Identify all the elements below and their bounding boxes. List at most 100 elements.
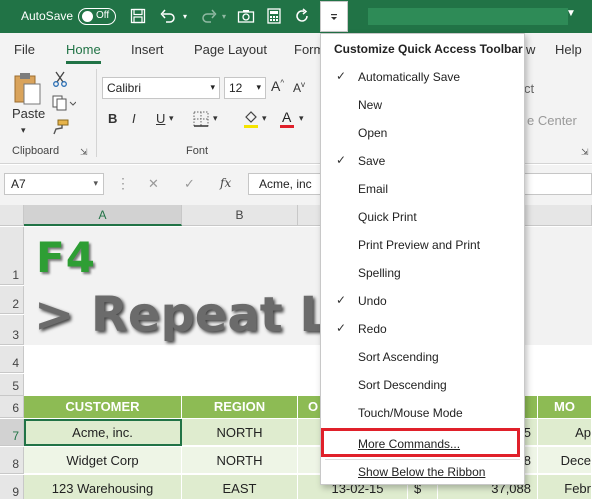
underline-button[interactable]: U (156, 111, 165, 126)
row-number: 8 (12, 457, 19, 471)
tab-view[interactable]: w (526, 42, 535, 57)
tab-page-layout[interactable]: Page Layout (194, 42, 267, 57)
redo-icon[interactable] (199, 6, 219, 26)
menu-item-undo[interactable]: ✓ Undo (321, 287, 524, 315)
row-number: 4 (12, 356, 19, 370)
refresh-icon[interactable] (292, 6, 312, 26)
menu-item-label: Redo (358, 322, 387, 336)
menu-item-new[interactable]: New (321, 91, 524, 119)
menu-item-touch-mouse-mode[interactable]: Touch/Mouse Mode (321, 399, 524, 427)
merge-center-fragment[interactable]: e Center (527, 113, 577, 128)
cell-b7[interactable]: NORTH (182, 419, 298, 446)
insert-function-icon[interactable]: fx (220, 176, 231, 190)
menu-item-redo[interactable]: ✓ Redo (321, 315, 524, 343)
borders-icon[interactable] (193, 111, 209, 127)
caret-up-icon: ^ (280, 78, 285, 88)
copy-icon[interactable] (52, 95, 77, 111)
row-header-6[interactable]: 6 (0, 396, 24, 418)
row-header-1[interactable]: 1 (0, 227, 24, 285)
highlight-box (321, 428, 520, 457)
wrap-text-fragment[interactable]: ct (524, 81, 534, 96)
menu-item-label: Undo (358, 294, 387, 308)
customize-dropdown-icon[interactable] (320, 1, 348, 32)
undo-icon[interactable] (158, 6, 178, 26)
cell-row9-month[interactable]: Febr (538, 475, 592, 499)
menu-item-sort-descending[interactable]: Sort Descending (321, 371, 524, 399)
camera-icon[interactable] (236, 6, 256, 26)
enter-icon[interactable]: ✓ (184, 176, 195, 192)
menu-item-spelling[interactable]: Spelling (321, 259, 524, 287)
caret-down-icon: v (301, 80, 306, 89)
cut-icon[interactable] (52, 71, 68, 87)
row-header-7[interactable]: 7 (0, 419, 24, 446)
font-name-box[interactable]: Calibri ▾ (102, 77, 220, 99)
menu-item-print-preview[interactable]: Print Preview and Print (321, 231, 524, 259)
clipboard-launcher-icon[interactable]: ⇲ (80, 147, 88, 158)
tab-home[interactable]: Home (66, 42, 101, 64)
cell-row8-month[interactable]: Dece (538, 447, 592, 474)
column-header-a[interactable]: A (24, 205, 182, 226)
shrink-font-glyph: A (293, 81, 302, 95)
row-number: 1 (12, 268, 19, 282)
select-all-corner[interactable] (0, 205, 24, 226)
tab-help[interactable]: Help (555, 42, 582, 57)
grow-font-button[interactable]: A^ (271, 78, 284, 94)
row-header-2[interactable]: 2 (0, 286, 24, 314)
row-header-5[interactable]: 5 (0, 374, 24, 396)
title-bar: AutoSave Off ▾ ▾ ▼ (0, 0, 592, 33)
menu-item-label: New (358, 98, 383, 112)
cell-a9[interactable]: 123 Warehousing (24, 475, 182, 499)
menu-item-quick-print[interactable]: Quick Print (321, 203, 524, 231)
tab-insert[interactable]: Insert (131, 42, 164, 57)
document-title (368, 8, 568, 25)
autosave-toggle[interactable]: Off (78, 8, 116, 25)
menu-item-automatically-save[interactable]: ✓ Automatically Save (321, 63, 524, 91)
menu-item-show-below-ribbon[interactable]: Show Below the Ribbon (321, 458, 524, 486)
font-color-swatch (280, 125, 294, 128)
cell-row7-month[interactable]: Ap (538, 419, 592, 446)
tab-file[interactable]: File (14, 42, 35, 57)
row-header-9[interactable]: 9 (0, 475, 24, 499)
menu-item-label: Quick Print (358, 210, 417, 224)
cell-a7[interactable]: Acme, inc. (24, 419, 182, 446)
cell-a8[interactable]: Widget Corp (24, 447, 182, 474)
font-color-button[interactable]: A (280, 109, 294, 129)
toggle-knob (82, 11, 93, 22)
save-icon[interactable] (128, 6, 148, 26)
menu-item-sort-ascending[interactable]: Sort Ascending (321, 343, 524, 371)
font-size-box[interactable]: 12 ▾ (224, 77, 266, 99)
chevron-down-icon: ▾ (256, 82, 261, 92)
paste-button[interactable]: Paste (12, 106, 45, 121)
paste-dropdown-icon[interactable]: ▾ (21, 125, 26, 136)
customize-qat-menu: Customize Quick Access Toolbar ✓ Automati… (320, 33, 525, 485)
calculator-icon[interactable] (264, 6, 284, 26)
menu-item-save[interactable]: ✓ Save (321, 147, 524, 175)
cell-b8[interactable]: NORTH (182, 447, 298, 474)
borders-dropdown-icon[interactable]: ▾ (213, 113, 218, 124)
row-header-8[interactable]: 8 (0, 447, 24, 474)
row-header-4[interactable]: 4 (0, 346, 24, 373)
name-box[interactable]: A7 ▾ (4, 173, 104, 195)
menu-item-label: Sort Descending (358, 378, 447, 392)
fill-color-icon[interactable] (243, 110, 259, 129)
italic-button[interactable]: I (132, 111, 136, 126)
cancel-icon[interactable]: ✕ (148, 176, 159, 192)
shrink-font-button[interactable]: Av (293, 80, 305, 95)
fill-dropdown-icon[interactable]: ▾ (262, 113, 267, 124)
undo-dropdown-icon[interactable]: ▾ (180, 6, 190, 26)
column-header-b[interactable]: B (182, 205, 298, 226)
redo-dropdown-icon[interactable]: ▾ (219, 6, 229, 26)
font-color-dropdown-icon[interactable]: ▾ (299, 113, 304, 124)
menu-item-open[interactable]: Open (321, 119, 524, 147)
row-header-3[interactable]: 3 (0, 315, 24, 345)
chevron-down-icon[interactable]: ▼ (566, 8, 576, 19)
paste-icon[interactable] (12, 71, 42, 107)
header-customer: CUSTOMER (24, 396, 182, 418)
cell-b9[interactable]: EAST (182, 475, 298, 499)
bold-button[interactable]: B (108, 111, 117, 126)
format-painter-icon[interactable] (52, 119, 70, 135)
autosave-label: AutoSave (21, 9, 74, 23)
alignment-launcher-icon[interactable]: ⇲ (581, 147, 589, 158)
underline-dropdown-icon[interactable]: ▾ (169, 113, 174, 124)
menu-item-email[interactable]: Email (321, 175, 524, 203)
